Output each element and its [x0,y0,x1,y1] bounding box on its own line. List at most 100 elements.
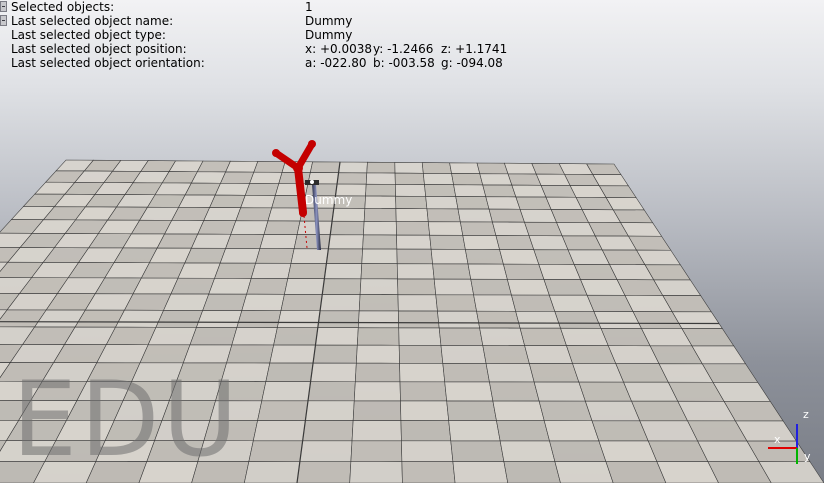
floor-tile [302,420,354,442]
floor-tile [473,294,517,312]
floor-tile [424,184,457,197]
floor-tile [482,345,530,364]
floor-tile [464,249,504,265]
floor-tile [353,381,401,402]
floor-tile [435,294,477,312]
floor-tile [349,461,403,483]
floor-tile [395,208,429,222]
floor-tile [492,400,545,422]
floor-tile [506,278,550,296]
floor-tile [467,263,508,280]
floor-tile [398,344,444,364]
robot-joint [293,163,303,173]
floor-tile [280,293,323,312]
floor-tile [338,161,368,174]
floor-tile [421,162,452,174]
floor-tile [365,183,396,197]
floor-tile [451,173,484,186]
floor-tile [578,381,633,402]
floor-tile [263,220,301,235]
position-x-value: x: +0.0038 [305,42,373,56]
info-label: Last selected object position: [11,42,187,56]
floor-tile [331,207,366,222]
floor-tile [499,249,540,265]
selection-icon [0,1,7,12]
floor-tile [255,248,295,264]
robot-joint [308,140,316,148]
info-value: Dummy [305,14,353,28]
floor-tile [482,184,517,198]
floor-tile [586,163,622,175]
floor-tile [572,363,625,383]
floor-tile [265,362,314,382]
floor-tile [584,400,641,422]
floor-tile [214,262,257,279]
floor-tile [140,262,186,279]
floor-tile [249,171,283,184]
floor-tile [438,327,484,346]
floor-tile [225,233,265,249]
floor-tile [202,293,247,311]
floor-tile [592,174,629,187]
floor-tile [395,221,430,236]
floor-tile [422,172,454,186]
floor-tile [273,327,319,346]
floor-tile [446,400,497,421]
floor-tile [397,294,438,312]
floor-tile [219,248,261,264]
floor-tile [362,234,398,250]
axis-x-label: x [774,433,781,446]
floor-tile [452,461,509,483]
floor-tile [511,294,556,312]
floor-tile [543,420,600,442]
floor-tile [253,161,286,173]
floor-tile [528,363,580,383]
floor-tile [429,234,466,250]
floor-tile [524,221,563,237]
floor-tile [190,233,232,249]
floor-tile [209,194,246,209]
floor-tile [287,262,327,279]
floor-tile [437,310,480,329]
floor-tile [163,293,210,311]
floor-tile [276,310,321,328]
floor-tile [241,293,285,311]
selection-info-overlay: Selected objects: 1 Last selected object… [0,0,824,72]
floor-tile [148,247,192,264]
floor-tile [448,420,501,442]
floor-tile [502,263,545,280]
floor-tile [248,440,303,462]
floor-tile [196,160,231,173]
floor-tile [189,327,238,346]
floor-tile [560,327,609,346]
floor-tile [591,420,649,442]
floor-tile [394,172,425,185]
dummy-object-label[interactable]: Dummy [305,193,352,207]
floor-tile [329,220,365,236]
floor-tile [356,327,400,346]
floor-tile [305,400,355,421]
floor-tile [243,461,301,483]
floor-tile [309,161,341,174]
floor-tile [433,278,474,296]
floor-tile [479,327,526,346]
floor-tile [307,381,356,402]
floor-tile [293,234,331,250]
floor-tile [449,162,481,174]
floor-tile [485,363,535,383]
floor-tile [398,327,442,346]
floor-tile [511,184,547,198]
floor-tile [357,310,400,329]
floor-tile [290,248,329,264]
floor-tile [566,345,617,364]
floor-tile [296,220,333,236]
floor-tile [399,381,448,402]
axis-z-label: z [803,408,809,421]
floor-tile [538,400,593,422]
scene-viewport[interactable]: Selected objects: 1 Last selected object… [0,0,824,483]
floor-tile [364,195,397,209]
floor-tile [354,362,401,383]
info-value: 1 [305,0,313,14]
info-row-object-type: Last selected object type: Dummy [0,28,824,42]
floor-tile [398,310,440,329]
